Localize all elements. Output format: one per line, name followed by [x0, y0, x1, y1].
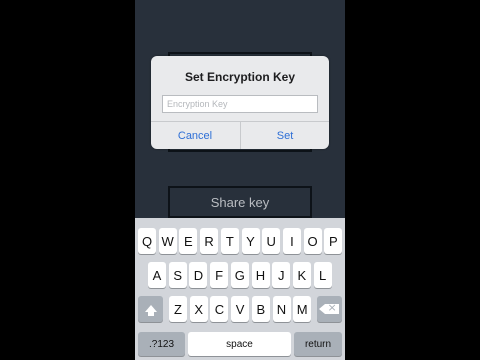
key-l[interactable]: L	[313, 262, 332, 288]
shift-icon	[144, 304, 157, 316]
key-p[interactable]: P	[324, 228, 343, 254]
set-button[interactable]: Set	[241, 122, 329, 149]
key-h[interactable]: H	[251, 262, 270, 288]
key-n[interactable]: N	[272, 296, 291, 322]
key-w[interactable]: W	[158, 228, 177, 254]
key-x[interactable]: X	[189, 296, 208, 322]
return-key[interactable]: return	[294, 332, 342, 356]
delete-key[interactable]	[317, 296, 342, 322]
key-e[interactable]: E	[179, 228, 198, 254]
encryption-key-dialog: Set Encryption Key Cancel Set	[151, 56, 329, 149]
app-screen: Share key Set Encryption Key Cancel Set …	[135, 0, 345, 360]
space-key[interactable]: space	[188, 332, 291, 356]
key-y[interactable]: Y	[241, 228, 260, 254]
key-c[interactable]: C	[210, 296, 229, 322]
key-a[interactable]: A	[148, 262, 166, 288]
key-f[interactable]: F	[210, 262, 229, 288]
key-t[interactable]: T	[220, 228, 239, 254]
keyboard: .?123 space return QWERTYUIOP ASDFGHJKL ZX…	[135, 218, 345, 360]
key-k[interactable]: K	[292, 262, 311, 288]
encryption-key-input[interactable]	[162, 95, 318, 113]
key-b[interactable]: B	[251, 296, 270, 322]
key-v[interactable]: V	[231, 296, 250, 322]
key-m[interactable]: M	[293, 296, 312, 322]
delete-icon	[318, 301, 339, 314]
key-r[interactable]: R	[200, 228, 219, 254]
key-q[interactable]: Q	[138, 228, 156, 254]
cancel-button[interactable]: Cancel	[151, 122, 239, 149]
shift-key[interactable]	[138, 296, 163, 322]
key-u[interactable]: U	[262, 228, 281, 254]
key-d[interactable]: D	[189, 262, 208, 288]
key-g[interactable]: G	[230, 262, 249, 288]
key-j[interactable]: J	[272, 262, 291, 288]
numbers-key[interactable]: .?123	[138, 332, 185, 356]
key-s[interactable]: S	[168, 262, 187, 288]
key-z[interactable]: Z	[169, 296, 187, 322]
key-i[interactable]: I	[282, 228, 301, 254]
key-o[interactable]: O	[303, 228, 322, 254]
dialog-title: Set Encryption Key	[184, 70, 296, 84]
